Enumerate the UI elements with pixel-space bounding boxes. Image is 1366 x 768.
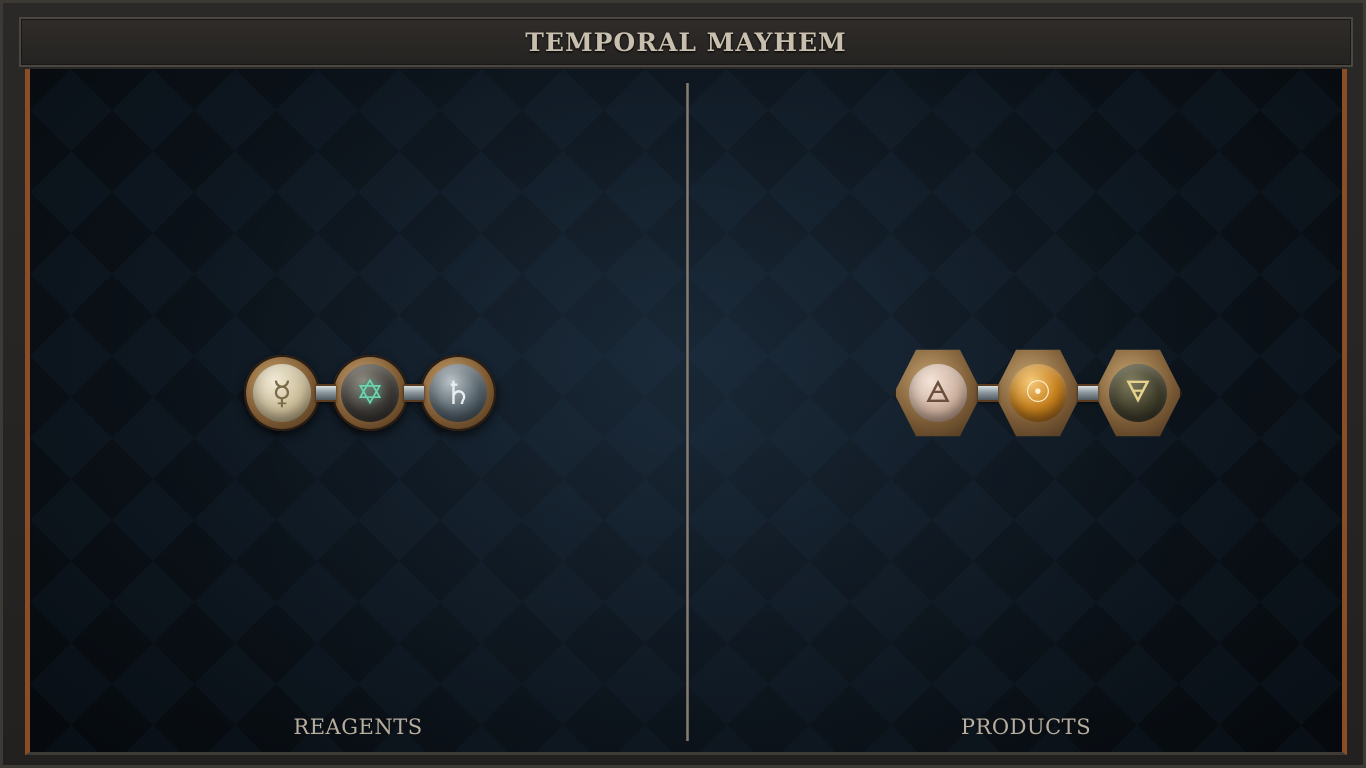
reagent-atom-quicksilver[interactable]: ☿ — [244, 355, 320, 431]
bond-connector — [978, 384, 998, 402]
bond-connector — [316, 384, 336, 402]
vitae-glyph: ✡ — [355, 373, 385, 413]
puzzle-window: TEMPORAL MAYHEM ☿ ✡ ♄ 🜁 ☉ 🜃 REAGENTS PRO… — [0, 0, 1366, 768]
reagent-molecule[interactable]: ☿ ✡ ♄ — [244, 355, 496, 431]
reagent-atom-lead[interactable]: ♄ — [420, 355, 496, 431]
puzzle-board: ☿ ✡ ♄ 🜁 ☉ 🜃 REAGENTS PRODUCTS — [25, 69, 1347, 755]
vitae-icon: ✡ — [341, 364, 399, 422]
puzzle-title: TEMPORAL MAYHEM — [525, 27, 847, 57]
gold-icon: ☉ — [1009, 364, 1067, 422]
quicksilver-icon: ☿ — [253, 364, 311, 422]
title-bar: TEMPORAL MAYHEM — [19, 17, 1353, 67]
air-icon: 🜁 — [909, 364, 967, 422]
product-atom-air[interactable]: 🜁 — [894, 349, 982, 437]
product-atom-gold[interactable]: ☉ — [994, 349, 1082, 437]
earth-icon: 🜃 — [1109, 364, 1167, 422]
gold-glyph: ☉ — [1024, 375, 1052, 410]
panel-divider — [686, 83, 689, 741]
reagents-label: REAGENTS — [293, 715, 423, 739]
lead-icon: ♄ — [429, 364, 487, 422]
earth-glyph: 🜃 — [1124, 375, 1152, 410]
reagent-atom-vitae[interactable]: ✡ — [332, 355, 408, 431]
bond-connector — [404, 384, 424, 402]
products-label: PRODUCTS — [960, 715, 1092, 739]
air-glyph: 🜁 — [924, 375, 952, 410]
lead-glyph: ♄ — [443, 374, 473, 412]
product-atom-earth[interactable]: 🜃 — [1094, 349, 1182, 437]
product-molecule[interactable]: 🜁 ☉ 🜃 — [894, 347, 1182, 439]
bond-connector — [1078, 384, 1098, 402]
quicksilver-glyph: ☿ — [272, 374, 292, 412]
